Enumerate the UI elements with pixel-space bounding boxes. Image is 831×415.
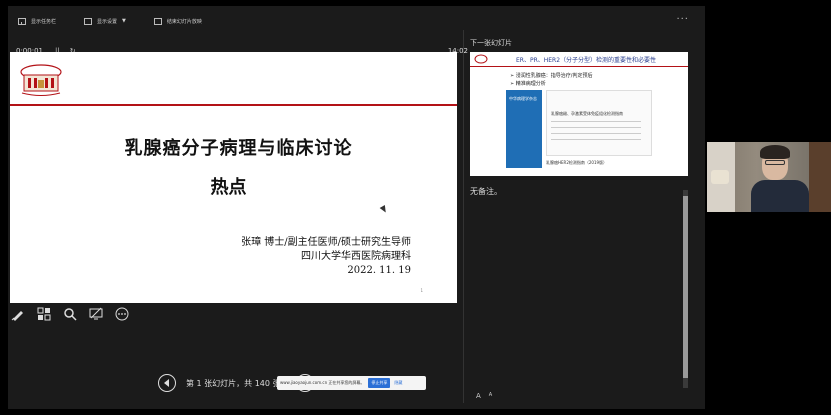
previous-slide-button[interactable] [158, 374, 176, 392]
current-slide[interactable]: 乳腺癌分子病理与临床讨论 热点 张璋 博士/副主任医师/硕士研究生导师 四川大学… [10, 52, 457, 303]
presentation-date: 2022. 11. 19 [347, 265, 411, 276]
end-slideshow-button[interactable]: 结束幻灯片放映 [153, 17, 202, 25]
text-line [551, 133, 641, 134]
webcam-shelf [809, 142, 831, 212]
text-line [551, 121, 641, 122]
taskbar-icon [18, 17, 26, 25]
guideline-title: 乳腺癌雌、孕激素受体免疫组化检测指南 [551, 111, 623, 116]
slide-title: 乳腺癌分子病理与临床讨论 [124, 138, 353, 159]
decrease-font-button[interactable]: A [489, 392, 492, 400]
arrow-left-icon [164, 379, 169, 387]
speaker-notes[interactable]: 无备注。 [470, 186, 502, 197]
slide-divider [10, 104, 457, 106]
show-taskbar-label: 显示任务栏 [31, 18, 57, 25]
slide-counter: 第 1 张幻灯片，共 140 张 [186, 379, 281, 388]
webcam-lamp [711, 170, 729, 184]
presenter-glasses [765, 160, 785, 165]
display-settings-button[interactable]: 显示设置 ▼ [84, 17, 126, 25]
screen-share-banner: www.jiaoyaojun.com.cn 正在共享您的屏幕。 停止共享 隐藏 [277, 376, 426, 390]
screen-slash-icon [89, 307, 103, 320]
pen-icon [11, 311, 23, 321]
next-slide-preview[interactable]: ER、PR、HER2（分子分型）检测的重要性和必要性 ➢ 浸润性乳腺癌：指导治疗… [470, 52, 688, 176]
see-all-slides-button[interactable] [36, 306, 52, 322]
screen: 显示任务栏 显示设置 ▼ 结束幻灯片放映 ··· 0:00:01 || ↻ 14… [0, 0, 831, 415]
presenter-hair [760, 145, 790, 159]
notes-scrollbar[interactable] [683, 190, 688, 388]
grid-icon [37, 307, 51, 321]
slide-subtitle: 热点 [210, 177, 247, 198]
slide-page-number: 1 [420, 288, 423, 293]
next-slide-caption: 乳腺癌HER2检测指南（2019版） [546, 160, 608, 165]
increase-font-button[interactable]: A [476, 392, 481, 400]
black-screen-button[interactable] [88, 306, 104, 322]
stop-sharing-button[interactable]: 停止共享 [368, 378, 391, 388]
presenter-toolbar: 显示任务栏 显示设置 ▼ 结束幻灯片放映 ··· [8, 6, 705, 36]
more-options-icon[interactable]: ··· [676, 14, 689, 25]
next-slide-bullet-1: ➢ 浸润性乳腺癌：指导治疗/判定预后 [510, 73, 593, 79]
show-taskbar-button[interactable]: 显示任务栏 [18, 17, 57, 25]
webcam-video [707, 142, 831, 212]
pen-tool-button[interactable] [10, 306, 26, 322]
presenter-body [751, 180, 809, 212]
display-icon [84, 17, 93, 25]
slide-author-block: 张璋 博士/副主任医师/硕士研究生导师 四川大学华西医院病理科 2022. 11… [241, 236, 411, 278]
display-settings-label: 显示设置 [97, 18, 118, 25]
hide-banner-link[interactable]: 隐藏 [394, 380, 402, 386]
text-line [551, 127, 641, 128]
author-name: 张璋 博士/副主任医师/硕士研究生导师 [241, 237, 411, 248]
notes-scrollbar-thumb[interactable] [683, 196, 688, 378]
next-slide-label: 下一张幻灯片 [470, 39, 512, 47]
hospital-logo-small [474, 54, 488, 64]
end-show-icon [153, 17, 162, 25]
zoom-button[interactable] [62, 306, 78, 322]
author-affiliation: 四川大学华西医院病理科 [301, 251, 411, 262]
notes-font-controls: A A [476, 392, 492, 400]
next-slide-bullet-2: ➢ 精准病理分析 [510, 81, 546, 87]
more-icon [115, 307, 129, 321]
mouse-cursor-icon [379, 204, 389, 215]
slide-tools [10, 306, 130, 322]
next-slide-header: ER、PR、HER2（分子分型）检测的重要性和必要性 [470, 52, 688, 66]
chevron-down-icon: ▼ [122, 18, 126, 24]
hospital-logo [20, 64, 62, 96]
more-tools-button[interactable] [114, 306, 130, 322]
share-notice-text: www.jiaoyaojun.com.cn 正在共享您的屏幕。 [280, 380, 365, 385]
next-slide-title: ER、PR、HER2（分子分型）检测的重要性和必要性 [516, 56, 657, 64]
search-icon [64, 308, 77, 321]
end-slideshow-label: 结束幻灯片放映 [166, 18, 202, 25]
journal-title: 中华病理学杂志 [509, 96, 537, 101]
guideline-document-image: 乳腺癌雌、孕激素受体免疫组化检测指南 [546, 90, 652, 156]
text-line [551, 139, 641, 140]
pane-divider[interactable] [463, 30, 464, 403]
next-slide-divider [470, 66, 688, 67]
journal-cover-image: 中华病理学杂志 [506, 90, 542, 168]
